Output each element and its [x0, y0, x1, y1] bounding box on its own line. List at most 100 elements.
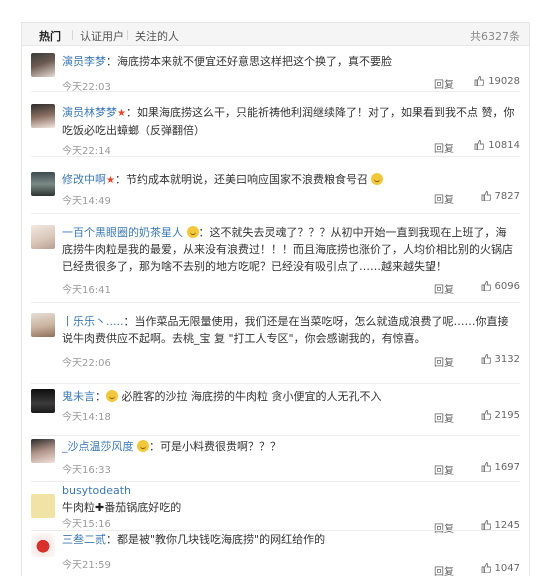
avatar[interactable] — [31, 172, 55, 196]
comment-item: 演员李梦：海底捞本来就不便宜还好意思这样把这个换了，真不要脸 今天22:03 回… — [22, 46, 529, 93]
plus-icon: ✚ — [95, 501, 105, 514]
username-link[interactable]: busytodeath — [62, 484, 131, 497]
reply-button[interactable]: 回复 — [434, 462, 454, 477]
username-link[interactable]: 演员李梦 — [62, 55, 106, 68]
like-count: 3132 — [494, 354, 520, 365]
comment-item: 演员林梦梦★：如果海底捞这么干，只能祈祷他利润继续降了！对了，如果看到我不点 赞… — [22, 92, 529, 157]
like-count: 10814 — [488, 140, 520, 151]
grin-emoji-icon — [371, 173, 384, 185]
avatar[interactable] — [31, 494, 55, 518]
thumb-up-icon — [481, 354, 491, 364]
tab-divider — [72, 30, 73, 40]
like-count: 2195 — [494, 410, 520, 421]
like-button[interactable]: 7827 — [481, 191, 520, 202]
reply-button[interactable]: 回复 — [434, 76, 454, 91]
like-button[interactable]: 19028 — [474, 76, 520, 87]
reply-button[interactable]: 回复 — [434, 281, 454, 296]
smile-emoji-icon — [106, 390, 118, 402]
comment-body: 修改中啊★：节约成本就明说，还美曰响应国家不浪费粮食号召 — [62, 171, 515, 189]
like-count: 7827 — [494, 191, 520, 202]
avatar[interactable] — [31, 389, 55, 413]
thumb-up-icon — [481, 462, 491, 472]
comment-text: 可是小料费很贵啊？？？ — [160, 440, 281, 453]
comment-item: 丨乐乐丶.....：当作菜品无限量使用，我们还是在当菜吃呀，怎么就造成浪费了呢…… — [22, 303, 529, 384]
comment-tab-bar: 热门 认证用户 关注的人 共6327条 — [22, 23, 529, 46]
avatar[interactable] — [31, 533, 55, 557]
star-badge-icon: ★ — [106, 175, 115, 186]
comment-body: 三叁二贰：都是被"教你几块钱吃海底捞"的网红给作的 — [62, 533, 326, 546]
comment-text: 节约成本就明说，还美曰响应国家不浪费粮食号召 — [125, 173, 368, 186]
username-link[interactable]: 演员林梦梦 — [62, 106, 117, 119]
comment-time: 今天16:41 — [62, 285, 111, 296]
like-button[interactable]: 6096 — [481, 281, 520, 292]
comment-text: 海底捞本来就不便宜还好意思这样把这个换了，真不要脸 — [117, 55, 392, 68]
thumb-up-icon — [481, 410, 491, 420]
comment-item: 一百个黑眼圈的奶茶星人 ：这不就失去灵魂了？？？从初中开始一直到我现在上班了，海… — [22, 214, 529, 303]
like-button[interactable]: 10814 — [474, 140, 520, 151]
avatar[interactable] — [31, 439, 55, 463]
like-count: 19028 — [488, 76, 520, 87]
comment-text: 牛肉粒 — [62, 501, 95, 514]
comment-text: 当作菜品无限量使用，我们还是在当菜吃呀，怎么就造成浪费了呢……你直接说牛肉费供应… — [62, 315, 509, 345]
comment-time: 今天14:49 — [62, 196, 111, 207]
reply-button[interactable]: 回复 — [434, 140, 454, 155]
thumb-up-icon — [474, 76, 485, 86]
comment-body: 一百个黑眼圈的奶茶星人 ：这不就失去灵魂了？？？从初中开始一直到我现在上班了，海… — [62, 226, 513, 273]
vip-badge-icon — [186, 226, 199, 238]
comment-body: 演员李梦：海底捞本来就不便宜还好意思这样把这个换了，真不要脸 — [62, 55, 392, 68]
avatar[interactable] — [31, 53, 55, 77]
like-button[interactable]: 1697 — [481, 462, 520, 473]
comment-item: 三叁二贰：都是被"教你几块钱吃海底捞"的网红给作的 今天21:59 回复 104… — [22, 531, 529, 578]
thumb-up-icon — [481, 563, 491, 573]
like-count: 1047 — [494, 563, 520, 574]
comment-body: 演员林梦梦★：如果海底捞这么干，只能祈祷他利润继续降了！对了，如果看到我不点 赞… — [62, 106, 515, 137]
thumb-up-icon — [481, 520, 491, 530]
username-link[interactable]: 三叁二贰 — [62, 533, 106, 546]
comment-body: 丨乐乐丶.....：当作菜品无限量使用，我们还是在当菜吃呀，怎么就造成浪费了呢…… — [62, 315, 509, 345]
comment-time: 今天22:14 — [62, 146, 111, 157]
star-badge-icon: ★ — [117, 108, 126, 119]
comment-item: _沙点温莎风度 ：可是小料费很贵啊？？？ 今天16:33 回复 1697 — [22, 436, 529, 482]
tab-following[interactable]: 关注的人 — [135, 28, 179, 44]
comment-item: 鬼未言： 必胜客的沙拉 海底捞的牛肉粒 贪小便宜的人无孔不入 今天14:18 回… — [22, 384, 529, 436]
like-button[interactable]: 2195 — [481, 410, 520, 421]
reply-button[interactable]: 回复 — [434, 410, 454, 425]
comment-time: 今天14:18 — [62, 412, 111, 423]
comment-text: 必胜客的沙拉 海底捞的牛肉粒 贪小便宜的人无孔不入 — [121, 390, 382, 403]
avatar[interactable] — [31, 313, 55, 337]
comment-item: 修改中啊★：节约成本就明说，还美曰响应国家不浪费粮食号召 今天14:49 回复 … — [22, 157, 529, 214]
thumb-up-icon — [481, 281, 491, 291]
comment-time: 今天15:16 — [62, 519, 111, 530]
avatar[interactable] — [31, 104, 55, 128]
comment-body: busytodeath — [62, 482, 515, 499]
vip-badge-icon — [137, 440, 149, 452]
thumb-up-icon — [481, 191, 491, 201]
username-link[interactable]: 丨乐乐丶..... — [62, 315, 123, 328]
comment-time: 今天21:59 — [62, 560, 111, 571]
thumb-up-icon — [474, 140, 485, 150]
comment-body: 牛肉粒✚番茄锅底好吃的 — [62, 499, 515, 516]
comment-time: 今天16:33 — [62, 465, 111, 476]
username-link[interactable]: 鬼未言 — [62, 390, 95, 403]
comment-text: 如果海底捞这么干，只能祈祷他利润继续降了！对了，如果看到我不点 赞，你吃饭必吃出… — [62, 106, 515, 137]
tab-hot[interactable]: 热门 — [39, 28, 61, 44]
comment-item: busytodeath 牛肉粒✚番茄锅底好吃的 今天15:16 回复 1245 — [22, 482, 529, 535]
like-count: 1697 — [494, 462, 520, 473]
comment-text: 都是被"教你几块钱吃海底捞"的网红给作的 — [117, 533, 326, 546]
like-button[interactable]: 1047 — [481, 563, 520, 574]
avatar[interactable] — [31, 225, 55, 249]
reply-button[interactable]: 回复 — [434, 191, 454, 206]
username-link[interactable]: 一百个黑眼圈的奶茶星人 — [62, 226, 183, 239]
username-link[interactable]: _沙点温莎风度 — [62, 440, 134, 453]
like-count: 6096 — [494, 281, 520, 292]
like-button[interactable]: 3132 — [481, 354, 520, 365]
username-link[interactable]: 修改中啊 — [62, 173, 106, 186]
comment-body: _沙点温莎风度 ：可是小料费很贵啊？？？ — [62, 440, 281, 453]
comment-body: 鬼未言： 必胜客的沙拉 海底捞的牛肉粒 贪小便宜的人无孔不入 — [62, 390, 382, 403]
tab-divider — [127, 30, 128, 40]
comment-panel: 热门 认证用户 关注的人 共6327条 演员李梦：海底捞本来就不便宜还好意思这样… — [21, 22, 530, 578]
reply-button[interactable]: 回复 — [434, 354, 454, 369]
tab-verified-users[interactable]: 认证用户 — [80, 28, 124, 44]
comment-time: 今天22:06 — [62, 358, 111, 369]
comment-total-count: 共6327条 — [470, 30, 520, 43]
